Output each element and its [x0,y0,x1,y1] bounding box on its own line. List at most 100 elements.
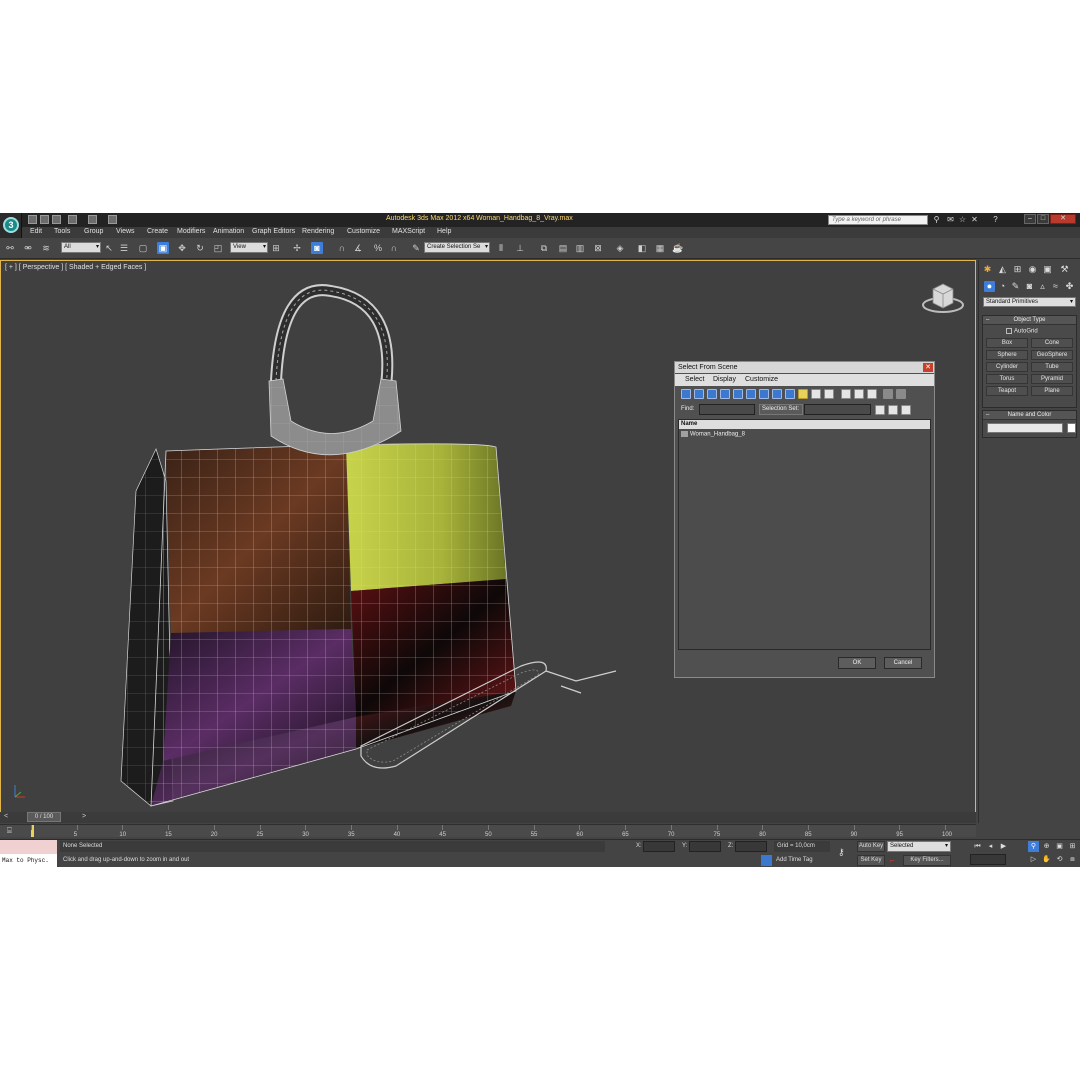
curve-editor-icon[interactable]: ▥ [574,242,586,254]
selection-set-dropdown[interactable] [804,404,871,415]
new-file-icon[interactable] [28,215,37,224]
menu-edit[interactable]: Edit [30,228,42,235]
dialog-menu-display[interactable]: Display [713,376,736,383]
material-editor-icon[interactable]: ◈ [614,242,626,254]
minimize-button[interactable]: – [1024,214,1036,224]
snaps-toggle-icon[interactable]: ∩ [336,242,348,254]
binoculars-icon[interactable]: ⚲ [932,215,941,224]
previous-frame-icon[interactable]: ◂ [985,841,996,852]
maxscript-listener-input[interactable]: Max to Physc. [0,854,57,867]
project-folder-icon[interactable] [108,215,117,224]
utilities-tab-icon[interactable]: ⚒ [1059,264,1070,275]
ok-button[interactable]: OK [838,657,876,669]
menu-maxscript[interactable]: MAXScript [392,228,425,235]
x-coordinate-field[interactable] [643,841,675,852]
dialog-close-button[interactable]: ✕ [923,363,933,372]
rectangular-selection-icon[interactable]: ▢ [137,242,149,254]
percent-snap-icon[interactable]: % [372,242,384,254]
y-coordinate-field[interactable] [689,841,721,852]
search-input[interactable]: Type a keyword or phrase [828,215,928,225]
time-slider-thumb[interactable]: 0 / 100 [27,812,61,822]
zoom-extents-all-icon[interactable]: ⊞ [1067,841,1078,852]
maximize-button[interactable]: □ [1037,214,1049,224]
display-groups-icon[interactable] [759,389,769,399]
menu-create[interactable]: Create [147,228,168,235]
spacewarps-category-icon[interactable]: ≈ [1050,281,1061,292]
select-none-icon[interactable] [888,405,898,415]
window-crossing-icon[interactable]: ▣ [157,242,169,254]
application-button[interactable]: 3 [0,213,22,238]
select-by-name-icon[interactable]: ☰ [118,242,130,254]
maxscript-listener-output[interactable] [0,840,57,854]
display-lights-icon[interactable] [707,389,717,399]
maximize-viewport-icon[interactable]: ⧈ [1067,854,1078,865]
add-time-tag[interactable]: Add Time Tag [776,857,813,863]
selection-filter-dropdown[interactable]: All ▾ [61,242,101,253]
unlink-icon[interactable]: ⚮ [22,242,34,254]
display-tab-icon[interactable]: ▣ [1042,264,1053,275]
tools-icon[interactable]: ✕ [970,215,979,224]
sphere-button[interactable]: Sphere [986,350,1028,360]
edit-named-selection-icon[interactable]: ✎ [410,242,422,254]
zoom-extents-icon[interactable]: ▣ [1054,841,1065,852]
menu-animation[interactable]: Animation [213,228,244,235]
cancel-button[interactable]: Cancel [884,657,922,669]
schematic-view-icon[interactable]: ⊠ [592,242,604,254]
box-button[interactable]: Box [986,338,1028,348]
viewcube-icon[interactable] [921,279,965,313]
zoom-all-icon[interactable]: ⊕ [1041,841,1052,852]
hierarchy-tab-icon[interactable]: ⊞ [1012,264,1023,275]
select-manipulate-icon[interactable]: ✢ [291,242,303,254]
pan-view-icon[interactable]: ✋ [1041,854,1052,865]
goto-start-icon[interactable]: ⏮ [972,841,983,852]
cone-button[interactable]: Cone [1031,338,1073,348]
geometry-category-icon[interactable]: ● [984,281,995,292]
menu-group[interactable]: Group [84,228,103,235]
find-input[interactable] [699,404,755,415]
filter-options-icon[interactable] [896,389,906,399]
link-icon[interactable]: ⚯ [4,242,16,254]
display-cameras-icon[interactable] [720,389,730,399]
select-all-icon[interactable] [875,405,885,415]
track-bar[interactable]: ⌸ 5 10 15 20 25 30 35 40 45 50 55 60 65 70 75 80 85 90 95 1… [0,824,976,838]
favorites-icon[interactable]: ☆ [958,215,967,224]
graphite-ribbon-icon[interactable]: ▤ [557,242,569,254]
menu-modifiers[interactable]: Modifiers [177,228,205,235]
menu-help[interactable]: Help [437,228,451,235]
select-object-icon[interactable]: ↖ [103,242,115,254]
display-spacewarps-icon[interactable] [746,389,756,399]
geosphere-button[interactable]: GeoSphere [1031,350,1073,360]
display-invert-icon[interactable] [867,389,877,399]
display-helpers-icon[interactable] [733,389,743,399]
display-xrefs-icon[interactable] [772,389,782,399]
mini-curve-editor-icon[interactable]: ⌸ [7,826,12,836]
pivot-center-icon[interactable]: ⊞ [270,242,282,254]
motion-tab-icon[interactable]: ◉ [1027,264,1038,275]
cylinder-button[interactable]: Cylinder [986,362,1028,372]
save-file-icon[interactable] [52,215,61,224]
helpers-category-icon[interactable]: ▵ [1037,281,1048,292]
display-bones-icon[interactable] [785,389,795,399]
time-tag-icon[interactable] [761,855,772,866]
align-icon[interactable]: ⊥ [514,242,526,254]
undo-icon[interactable] [68,215,77,224]
dialog-menu-customize[interactable]: Customize [745,376,778,383]
object-list[interactable]: Name Woman_Handbag_8 [678,419,931,650]
orbit-icon[interactable]: ⟲ [1054,854,1065,865]
play-icon[interactable]: ▶ [998,841,1009,852]
display-geometry-icon[interactable] [681,389,691,399]
filter-icon[interactable] [883,389,893,399]
select-and-scale-icon[interactable]: ◰ [212,242,224,254]
object-name-field[interactable] [987,423,1063,433]
pyramid-button[interactable]: Pyramid [1031,374,1073,384]
zoom-icon[interactable]: ⚲ [1028,841,1039,852]
cameras-category-icon[interactable]: ◙ [1024,281,1035,292]
slider-next-icon[interactable]: > [82,813,86,820]
object-type-header[interactable]: – Object Type [983,316,1076,325]
menu-graph-editors[interactable]: Graph Editors [252,228,295,235]
lights-category-icon[interactable]: ✎ [1010,281,1021,292]
shapes-category-icon[interactable]: ◔ [997,281,1008,292]
dialog-title[interactable]: Select From Scene [675,362,934,373]
systems-category-icon[interactable]: ✤ [1064,281,1075,292]
reference-coordinate-dropdown[interactable]: View ▾ [230,242,268,253]
